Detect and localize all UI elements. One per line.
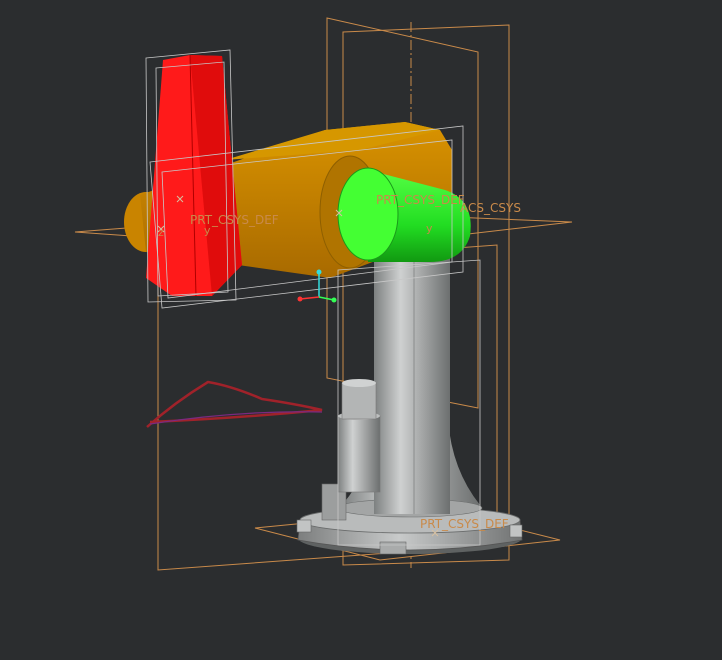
- motor-upper: [341, 382, 377, 420]
- 3d-model-viewport[interactable]: PRT_CSYS_DEF PRT_CSYS_DEF ACS_CSYS PRT_C…: [0, 0, 722, 660]
- green-cylinder-face: [337, 167, 399, 261]
- trajectory-path: [146, 380, 323, 428]
- label-upper-csys: PRT_CSYS_DEF: [376, 193, 465, 207]
- label-axis-y-left: y: [204, 224, 211, 237]
- motor-lower: [337, 415, 381, 493]
- label-right-csys: ACS_CSYS: [460, 201, 521, 215]
- triad-y-tip: [331, 297, 337, 303]
- base-foot-front: [379, 541, 407, 555]
- base-foot-left: [296, 519, 312, 533]
- robot-column[interactable]: [337, 252, 450, 514]
- base-foot-right: [509, 524, 523, 538]
- triad-x-tip: [297, 296, 303, 302]
- motor-upper-top: [342, 379, 376, 387]
- label-base-csys: PRT_CSYS_DEF: [420, 517, 509, 531]
- label-axis-z-left: z: [158, 226, 164, 239]
- triad-z-tip: [316, 269, 322, 275]
- label-axis-y-mid: y: [426, 222, 433, 235]
- column-body: [374, 252, 450, 514]
- triad-x-axis: [299, 296, 320, 300]
